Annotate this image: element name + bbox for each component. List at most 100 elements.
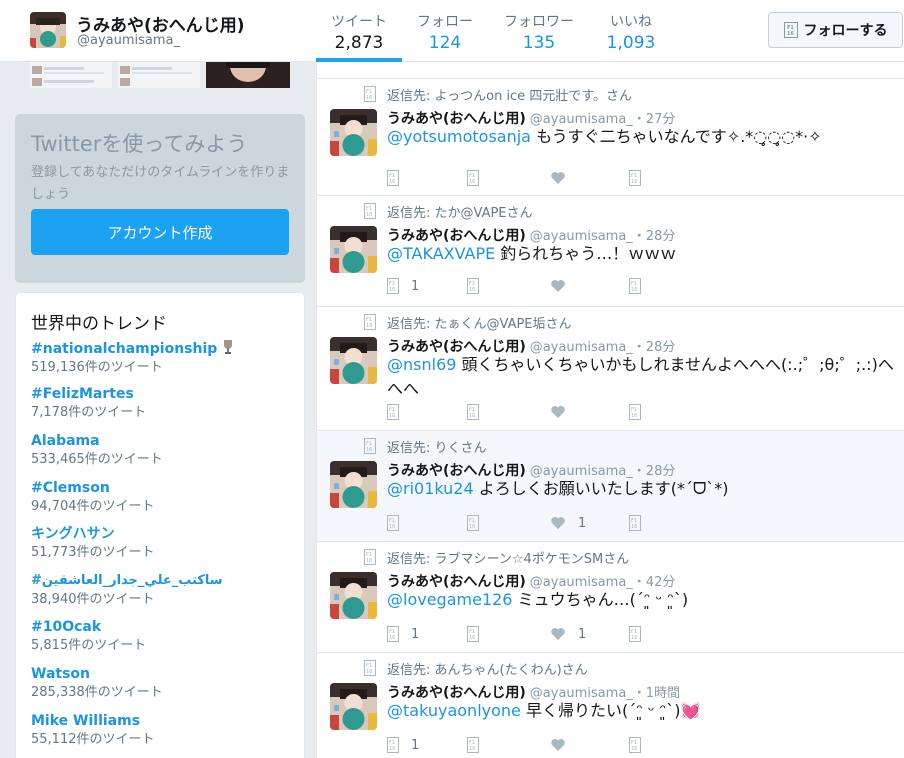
svg-text:16: 16: [366, 212, 372, 218]
tweet-mention[interactable]: @yotsumotosanja: [387, 127, 531, 146]
reply-to-line[interactable]: 返信先: ラブマシーン☆4ポケモンSMさん: [387, 548, 629, 567]
like-action[interactable]: [550, 277, 578, 295]
trend-name[interactable]: #10Ocak: [31, 618, 301, 636]
trend-name[interactable]: #ساكتب_علي_جدار_العاشقين: [31, 572, 301, 590]
tweet-item[interactable]: F1 16 返信先: あんちゃん(たくわん)さん うみあや(おへんじ用) @ayaumi…: [317, 653, 904, 758]
tweet-avatar[interactable]: [330, 461, 377, 508]
reply-action[interactable]: F1 16: [387, 403, 411, 421]
reply-indicator-icon: F116: [364, 86, 376, 102]
reply-action[interactable]: F1 16 1: [387, 277, 419, 295]
trend-count: 7,178件のツイート: [31, 405, 147, 420]
trend-item[interactable]: Mike Williams 55,112件のツイート: [31, 712, 301, 749]
svg-text:16: 16: [469, 635, 475, 641]
like-action[interactable]: 1: [550, 625, 586, 643]
dm-action[interactable]: F1 16: [629, 514, 641, 532]
reply-to-line[interactable]: 返信先: よっつんon ice 四元壯です。さん: [387, 85, 632, 104]
tweet-avatar[interactable]: [330, 226, 377, 273]
like-action[interactable]: [550, 403, 578, 421]
tweet-avatar[interactable]: [330, 337, 377, 384]
trend-item[interactable]: Watson 285,338件のツイート: [31, 665, 301, 702]
tweet-item[interactable]: F1 16 返信先: たぁくん@VAPE垢さん うみあや(おへんじ用) @ayaumis…: [317, 307, 904, 431]
retweet-action[interactable]: F1 16: [467, 514, 479, 532]
retweet-action[interactable]: F1 16: [467, 277, 479, 295]
svg-text:16: 16: [389, 179, 395, 185]
reply-count: 1: [411, 737, 420, 753]
tweet-actions: F1 16 F1 16 1 F1 16: [387, 514, 687, 532]
trend-name[interactable]: Watson: [31, 665, 301, 683]
retweet-action[interactable]: F1 16: [467, 169, 479, 187]
svg-text:16: 16: [787, 31, 794, 37]
tweet-item[interactable]: F1 16 返信先: ラブマシーン☆4ポケモンSMさん うみあや(おへんじ用) @aya…: [317, 542, 904, 653]
stat-tweets-label: ツイート: [331, 14, 387, 30]
trend-name[interactable]: Alabama: [31, 432, 301, 450]
reply-action[interactable]: F1 16: [387, 514, 411, 532]
tweet-actions: F1 16 1 F1 16 1 F1 16: [387, 625, 687, 643]
trend-item[interactable]: #10Ocak 5,815件のツイート: [31, 618, 301, 655]
tweet-avatar[interactable]: [330, 683, 377, 730]
like-action[interactable]: 1: [550, 514, 586, 532]
reply-glyph-icon: F1 16: [364, 86, 376, 102]
tweet-mention[interactable]: @lovegame126: [387, 590, 512, 609]
tweet-text: @TAKAXVAPE 釣られちゃう…！ｗｗｗ: [387, 242, 895, 266]
reply-to-line[interactable]: 返信先: あんちゃん(たくわん)さん: [387, 659, 588, 678]
trend-item[interactable]: Alabama 533,465件のツイート: [31, 432, 301, 469]
svg-text:16: 16: [469, 287, 475, 293]
retweet-action[interactable]: F1 16: [467, 403, 479, 421]
tweet-text: @ri01ku24 よろしくお願いいたします(*ˊᗜˋ*): [387, 477, 895, 501]
trend-count: 51,773件のツイート: [31, 545, 155, 560]
direct-message-icon: F116: [629, 404, 641, 420]
retweet-icon: F116: [467, 170, 479, 186]
like-action[interactable]: [550, 736, 578, 754]
tweet-avatar[interactable]: [330, 109, 377, 156]
profile-nav: うみあや(おへんじ用) @ayaumisama_ ツイート 2,873 フォロー…: [0, 0, 904, 62]
trend-name[interactable]: #Clemson: [31, 479, 301, 497]
dm-action[interactable]: F1 16: [629, 736, 641, 754]
like-action[interactable]: [550, 169, 578, 187]
tweet-avatar[interactable]: [330, 572, 377, 619]
reply-icon: F116: [387, 515, 399, 531]
trend-item[interactable]: #FelizMartes 7,178件のツイート: [31, 385, 301, 422]
trend-item[interactable]: キングハサン 51,773件のツイート: [31, 525, 301, 562]
tweet-mention[interactable]: @nsnl69: [387, 355, 456, 374]
reply-indicator-icon: F116: [364, 660, 376, 676]
create-account-button[interactable]: アカウント作成: [31, 209, 289, 255]
retweet-action[interactable]: F1 16: [467, 736, 479, 754]
tweet-mention[interactable]: @TAKAXVAPE: [387, 244, 495, 263]
reply-to-line[interactable]: 返信先: りくさん: [387, 437, 487, 456]
tweet-item[interactable]: F1 16 返信先: りくさん うみあや(おへんじ用) @ayaumisama_・28分…: [317, 431, 904, 542]
signup-title: Twitterを使ってみよう: [31, 132, 248, 156]
trend-name[interactable]: キングハサン: [31, 525, 301, 543]
dm-action[interactable]: F1 16: [629, 403, 641, 421]
trend-item[interactable]: #ساكتب_علي_جدار_العاشقين 38,940件のツイート: [31, 572, 301, 609]
trend-item[interactable]: #Clemson 94,704件のツイート: [31, 479, 301, 516]
profile-avatar[interactable]: [30, 12, 66, 48]
stat-following[interactable]: フォロー 124: [402, 0, 488, 62]
trend-item[interactable]: #nationalchampionship 519,136件のツイート: [31, 339, 301, 377]
photo-strip[interactable]: [30, 62, 290, 88]
tweet-item[interactable]: F1 16 返信先: よっつんon ice 四元壯です。さん うみあや(おへんじ用) @…: [317, 79, 904, 196]
dm-action[interactable]: F1 16: [629, 277, 641, 295]
tweet-mention[interactable]: @ri01ku24: [387, 479, 474, 498]
follow-button[interactable]: F1 16 フォローする: [768, 12, 903, 48]
dm-action[interactable]: F1 16: [629, 169, 641, 187]
svg-text:16: 16: [389, 287, 395, 293]
tweet-item[interactable]: F1 16 返信先: たか@VAPEさん うみあや(おへんじ用) @ayaumisama…: [317, 196, 904, 307]
trend-name[interactable]: #nationalchampionship: [31, 339, 301, 358]
dm-action[interactable]: F1 16: [629, 625, 641, 643]
stat-tweets[interactable]: ツイート 2,873: [316, 0, 402, 62]
retweet-icon: F116: [467, 404, 479, 420]
retweet-action[interactable]: F1 16: [467, 625, 479, 643]
trend-name[interactable]: #FelizMartes: [31, 385, 301, 403]
reply-action[interactable]: F1 16 1: [387, 625, 419, 643]
stat-followers[interactable]: フォロワー 135: [488, 0, 590, 62]
tweet-text: @lovegame126 ミュウちゃん…(´ᵔ͈ ᵕ ᵔ͈`): [387, 588, 895, 612]
reply-to-line[interactable]: 返信先: たか@VAPEさん: [387, 202, 533, 221]
reply-action[interactable]: F1 16 1: [387, 736, 419, 754]
reply-to-line[interactable]: 返信先: たぁくん@VAPE垢さん: [387, 313, 572, 332]
svg-text:16: 16: [631, 635, 637, 641]
stat-likes[interactable]: いいね 1,093: [590, 0, 672, 62]
tweet-text: @takuyaonlyone 早く帰りたい(´ᵔ͈ ᵕ ᵔ͈`)💓: [387, 699, 895, 723]
tweet-mention[interactable]: @takuyaonlyone: [387, 701, 521, 720]
reply-action[interactable]: F1 16: [387, 169, 411, 187]
trend-name[interactable]: Mike Williams: [31, 712, 301, 730]
